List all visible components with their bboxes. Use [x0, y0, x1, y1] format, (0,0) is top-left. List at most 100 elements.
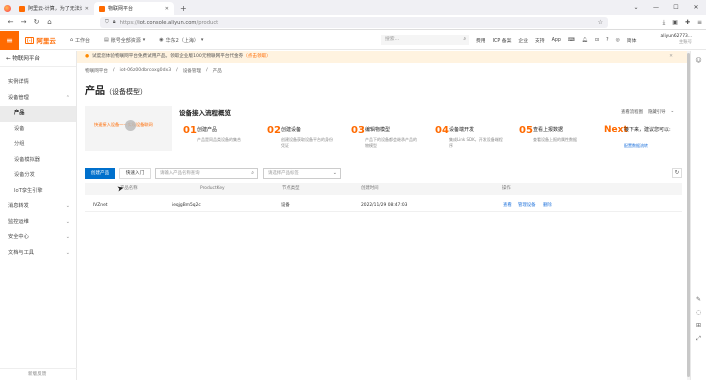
feedback-link[interactable]: 新版反馈: [0, 368, 77, 380]
notification-bell-icon[interactable]: 🔔︎: [582, 38, 588, 43]
sidebar-item-instance-detail[interactable]: 实例详情: [0, 75, 76, 91]
notice-link[interactable]: （点击领取）: [243, 54, 271, 59]
url-scheme: https://: [119, 19, 139, 26]
header-link-fees[interactable]: 费用: [476, 37, 486, 44]
menu-icon[interactable]: ≡: [697, 19, 702, 26]
tab-list-icon[interactable]: ⌄: [626, 0, 646, 15]
close-icon[interactable]: ✕: [165, 6, 169, 12]
cart-icon[interactable]: ⊡: [595, 38, 599, 43]
product-name-cell: IVZnet: [93, 203, 108, 208]
language-label[interactable]: 简体: [627, 37, 637, 44]
sidebar-group-security-center[interactable]: 安全中心 ⌄: [0, 230, 76, 246]
firefox-icon[interactable]: [0, 2, 14, 15]
header-link-enterprise[interactable]: 企业: [518, 37, 528, 44]
user-account-type: 主账号: [678, 40, 692, 45]
sidebar-group-device-management[interactable]: 设备管理 ⌃: [0, 91, 76, 107]
sidebar-item-products[interactable]: 产品: [0, 106, 76, 122]
chat-icon[interactable]: ◌: [691, 309, 706, 316]
forward-icon[interactable]: →: [17, 18, 30, 26]
hide-guide-link[interactable]: 隐藏引导: [648, 109, 666, 115]
bookmark-star-icon[interactable]: ☆: [598, 19, 603, 26]
search-placeholder: 请输入产品名称查询: [160, 171, 200, 176]
view-flowchart-link[interactable]: 查看流程图: [621, 109, 643, 115]
sidebar-item-iot-twin-engine[interactable]: IoT孪生引擎: [0, 184, 76, 200]
breadcrumb-item-platform[interactable]: 物联网平台: [85, 68, 108, 74]
sidebar-title[interactable]: ← 物联网平台: [0, 51, 76, 67]
breadcrumb-item-instance[interactable]: iot-06z00dbrcoxg0dx3: [120, 68, 172, 74]
manage-devices-link[interactable]: 管理设备: [518, 200, 536, 212]
pocket-icon[interactable]: ▣: [672, 19, 678, 26]
sidebar-item-groups[interactable]: 分组: [0, 137, 76, 153]
step-title[interactable]: 查看上报数据: [533, 126, 563, 133]
search-icon[interactable]: ⌕: [463, 35, 466, 45]
region-selector[interactable]: ◉ 华东2（上海） ▾: [159, 37, 203, 44]
search-placeholder: 搜索...: [385, 37, 400, 42]
url-bar[interactable]: ⛉ 🔒︎ https://iot.console.aliyun.com/prod…: [100, 17, 608, 28]
language-icon[interactable]: ◎: [616, 38, 620, 43]
refresh-icon[interactable]: ↻: [672, 168, 682, 178]
close-icon[interactable]: ✕: [85, 6, 89, 12]
user-account-menu[interactable]: aliyun62773... 主账号: [661, 34, 692, 46]
step-title[interactable]: 设备端开发: [449, 126, 474, 133]
sidebar-group-docs-tools[interactable]: 文档与工具 ⌄: [0, 246, 76, 262]
aliyun-logo[interactable]: [-] 阿里云: [25, 35, 56, 45]
sidebar-group-message-forwarding[interactable]: 消息转发 ⌄: [0, 199, 76, 215]
browser-tab-iot[interactable]: 物联网平台 ✕: [94, 2, 174, 15]
guide-links: 查看流程图 隐藏引导 ⌄: [621, 109, 674, 115]
delete-link[interactable]: 删除: [543, 200, 552, 212]
menu-hamburger-icon[interactable]: ≡: [0, 30, 19, 50]
step-desc: 查看设备上报的属性数据: [533, 137, 577, 142]
step-number: 01: [183, 125, 197, 136]
account-resource-selector[interactable]: ▤ 账号全部资源 ▾: [104, 37, 145, 44]
view-link[interactable]: 查看: [503, 200, 512, 212]
downloads-icon[interactable]: ⤓: [663, 19, 666, 27]
workbench-label: 工作台: [75, 37, 91, 44]
sidebar-item-device-simulator[interactable]: 设备模拟器: [0, 153, 76, 169]
create-product-button[interactable]: 创建产品: [85, 168, 115, 179]
page-title-text: 产品: [85, 86, 105, 97]
step-title[interactable]: 创建产品: [197, 126, 217, 133]
breadcrumb-item-device-management[interactable]: 设备管理: [183, 68, 201, 74]
play-icon[interactable]: [125, 120, 136, 131]
step-title[interactable]: 创建设备: [281, 126, 301, 133]
product-search-input[interactable]: 请输入产品名称查询 ⌕: [155, 168, 258, 179]
close-icon[interactable]: ✕: [669, 51, 673, 63]
extensions-icon[interactable]: ✚: [685, 19, 690, 26]
header-link-app[interactable]: App: [552, 38, 561, 43]
global-search-input[interactable]: 搜索... ⌕: [381, 35, 469, 45]
workbench-link[interactable]: ⌂ 工作台: [70, 37, 90, 44]
edit-icon[interactable]: ✎: [691, 296, 706, 303]
expand-icon[interactable]: ⤢: [691, 335, 706, 343]
quickstart-button[interactable]: 快速入门: [119, 168, 151, 179]
maximize-icon[interactable]: ☐: [666, 0, 686, 15]
config-data-forwarding-link[interactable]: 配置数据流转: [624, 143, 648, 149]
help-icon[interactable]: ?: [606, 38, 609, 43]
back-icon[interactable]: ←: [4, 18, 17, 26]
location-icon: ◉: [159, 37, 164, 43]
left-sidebar: ← 物联网平台 实例详情 设备管理 ⌃ 产品 设备 分组 设备模拟器 设备分发 I…: [0, 51, 77, 380]
terminal-icon[interactable]: ⌨: [568, 38, 575, 43]
new-tab-button[interactable]: +: [174, 2, 193, 15]
promo-notice-bar: ● 试度您体验物联网平台免费试用产品。领取企业版100元物联网平台代金券（点击领取…: [77, 51, 687, 63]
shield-icon: ⛉: [105, 19, 109, 25]
sidebar-group-monitoring[interactable]: 监控运维 ⌄: [0, 215, 76, 231]
sidebar-item-device-distribution[interactable]: 设备分发: [0, 168, 76, 184]
guide-video-thumbnail[interactable]: 快速接入设备——实现设备联网: [85, 106, 172, 151]
chevron-down-icon: ▾: [142, 37, 146, 43]
chevron-down-icon[interactable]: ⌄: [671, 109, 675, 115]
browser-tab-aliyun[interactable]: 阿里云-计算，为了无法计算的... ✕: [14, 2, 94, 15]
reload-icon[interactable]: ↻: [30, 18, 43, 26]
product-tag-select[interactable]: 请选择产品标签 ⌄: [263, 168, 341, 179]
minimize-icon[interactable]: —: [646, 0, 666, 15]
assistant-icon[interactable]: ☺: [691, 57, 706, 64]
search-icon[interactable]: ⌕: [251, 169, 254, 178]
step-desc: 创建设备获取设备平台的身份凭证: [281, 137, 333, 148]
close-window-icon[interactable]: ✕: [686, 0, 706, 15]
header-link-icp[interactable]: ICP 备案: [493, 37, 512, 44]
browser-nav-bar: ← → ↻ ⌂ ⛉ 🔒︎ https://iot.console.aliyun.…: [0, 15, 706, 30]
header-link-support[interactable]: 支持: [535, 37, 545, 44]
home-icon[interactable]: ⌂: [43, 18, 56, 26]
grid-icon[interactable]: ⊞: [691, 322, 706, 329]
sidebar-item-devices[interactable]: 设备: [0, 122, 76, 138]
step-title[interactable]: 编辑物模型: [365, 126, 390, 133]
